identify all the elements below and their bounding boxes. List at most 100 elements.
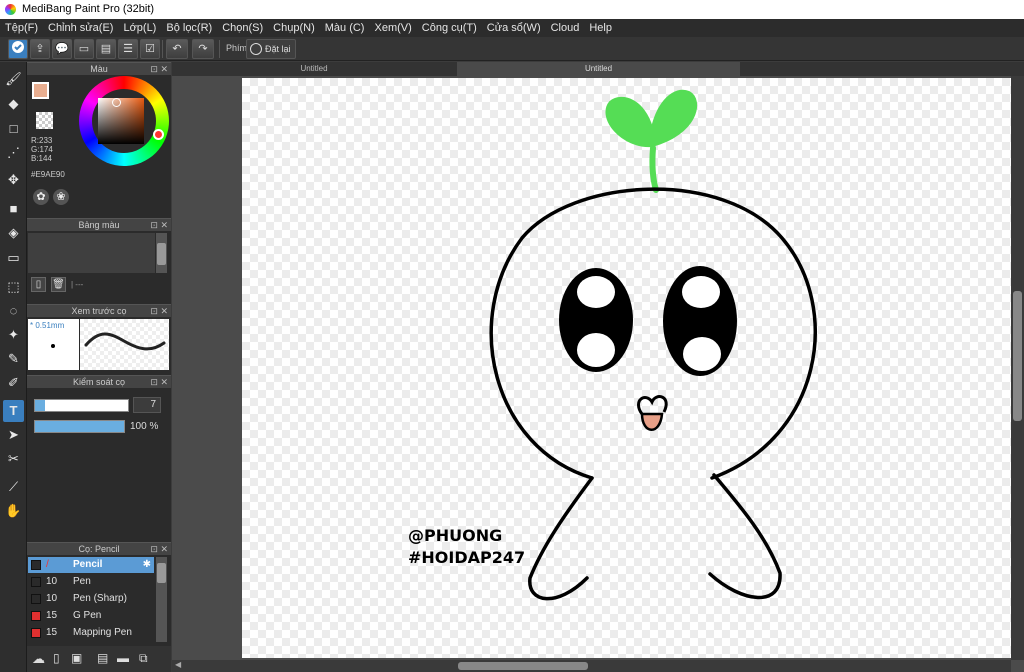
select-pen-tool[interactable]: ✎ bbox=[3, 348, 24, 370]
drawing-canvas[interactable]: @PHUONG #HOIDAP247 bbox=[242, 78, 1011, 658]
eraser-tool[interactable]: ◆ bbox=[3, 93, 24, 115]
panel-pin-icon[interactable]: ⊡ ✕ bbox=[150, 376, 168, 389]
checklist-icon: ☰ bbox=[123, 43, 133, 55]
palette-swatch-area[interactable] bbox=[28, 233, 155, 273]
undo-button[interactable]: ↶ bbox=[166, 39, 188, 59]
sv-cursor[interactable] bbox=[112, 98, 121, 107]
bucket-tool[interactable]: ◈ bbox=[3, 222, 24, 244]
move-tool[interactable]: ✥ bbox=[3, 169, 24, 191]
menu-help[interactable]: Help bbox=[584, 19, 617, 37]
menu-select[interactable]: Chọn(S) bbox=[217, 19, 268, 37]
palette-scrollbar[interactable] bbox=[156, 233, 167, 273]
operation-tool[interactable]: ➤ bbox=[3, 424, 24, 446]
select-eraser-tool[interactable]: ✐ bbox=[3, 372, 24, 394]
transparent-color-swatch[interactable] bbox=[36, 112, 53, 129]
rectangle-tool[interactable]: □ bbox=[3, 118, 24, 140]
reset-button[interactable]: Đặt lại bbox=[246, 39, 296, 59]
brush-list: / Pencil ✱ 10 Pen 10 Pen (Sharp) 15 G Pe… bbox=[27, 557, 171, 642]
brush-tool[interactable]: 🖌 bbox=[3, 68, 24, 90]
brush-item-g-pen[interactable]: 15 G Pen bbox=[28, 608, 154, 624]
palette-panel-title: Bảng màu bbox=[78, 220, 120, 230]
tool-column: 🖌 ◆ □ ⋰ ✥ ■ ◈ ▭ ⬚ ◌ ✦ ✎ ✐ T ➤ ✂ ⟋ ✋ bbox=[0, 62, 27, 672]
red-value: R:233 bbox=[31, 136, 53, 145]
hue-cursor[interactable] bbox=[153, 129, 164, 140]
menu-layer[interactable]: Lớp(L) bbox=[118, 19, 161, 37]
eyedropper-tool[interactable]: ⟋ bbox=[3, 476, 24, 498]
dot-tool[interactable]: ⋰ bbox=[3, 142, 24, 164]
menu-filter[interactable]: Bộ lọc(R) bbox=[161, 19, 217, 37]
prohibit-icon bbox=[250, 43, 262, 55]
upload-button[interactable]: ⇪ bbox=[30, 39, 50, 59]
hand-tool[interactable]: ✋ bbox=[3, 500, 24, 522]
panel-pin-icon[interactable]: ⊡ ✕ bbox=[150, 219, 168, 232]
tongue bbox=[640, 412, 664, 431]
foreground-color-swatch[interactable] bbox=[32, 82, 49, 99]
brush-item-pencil[interactable]: / Pencil ✱ bbox=[28, 557, 154, 573]
menu-file[interactable]: Tệp(F) bbox=[0, 19, 43, 37]
panel-pin-icon[interactable]: ⊡ ✕ bbox=[150, 543, 168, 556]
move-icon: ✥ bbox=[8, 172, 19, 187]
menu-color[interactable]: Màu (C) bbox=[320, 19, 370, 37]
tab-untitled-1[interactable]: Untitled bbox=[172, 62, 456, 76]
delete-palette-button[interactable]: 🗑 bbox=[51, 277, 66, 292]
duplicate-icon[interactable]: ⧉ bbox=[139, 651, 148, 666]
brush-icon: 🖌 bbox=[5, 71, 22, 86]
opacity-slider[interactable] bbox=[34, 420, 125, 433]
panel-pin-icon[interactable]: ⊡ ✕ bbox=[150, 305, 168, 318]
folder-icon[interactable]: ▬ bbox=[117, 651, 129, 665]
scroll-left-icon[interactable]: ◀ bbox=[175, 660, 181, 669]
brush-size-slider[interactable] bbox=[34, 399, 129, 412]
vertical-scrollbar[interactable] bbox=[1011, 76, 1024, 660]
opacity-value: 100 % bbox=[130, 421, 159, 432]
palette-alt-button[interactable]: ❀ bbox=[53, 189, 69, 205]
tasks-button[interactable]: ☑ bbox=[140, 39, 160, 59]
tab-untitled-2[interactable]: Untitled bbox=[457, 62, 740, 76]
checklist-button[interactable]: ☰ bbox=[118, 39, 138, 59]
brush-size-input[interactable]: 7 bbox=[133, 397, 161, 413]
brush-item-pen[interactable]: 10 Pen bbox=[28, 574, 154, 590]
chat-icon: ▭ bbox=[78, 43, 90, 55]
brush-item-mapping-pen[interactable]: 15 Mapping Pen bbox=[28, 625, 154, 641]
chat-button[interactable]: ▭ bbox=[74, 39, 94, 59]
select-rect-tool[interactable]: ⬚ bbox=[3, 276, 24, 298]
add-brush-icon[interactable]: ▣ bbox=[71, 651, 82, 665]
brush-list-scrollbar[interactable] bbox=[156, 557, 167, 642]
menu-tools[interactable]: Công cụ(T) bbox=[417, 19, 482, 37]
brush-settings-icon[interactable]: ▤ bbox=[97, 651, 108, 665]
horizontal-scrollbar[interactable]: ◀ bbox=[172, 660, 1011, 672]
menu-edit[interactable]: Chỉnh sửa(E) bbox=[43, 19, 118, 37]
hue-ring[interactable] bbox=[79, 76, 169, 166]
cloud-sync-button[interactable] bbox=[8, 39, 28, 59]
panel-pin-icon[interactable]: ⊡ ✕ bbox=[150, 63, 168, 76]
cloud-brush-icon[interactable]: ☁ bbox=[32, 651, 45, 667]
menu-capture[interactable]: Chụp(N) bbox=[268, 19, 320, 37]
rectangle-icon: □ bbox=[9, 121, 18, 136]
new-brush-icon[interactable]: ▯ bbox=[53, 651, 60, 665]
horizontal-scroll-thumb[interactable] bbox=[458, 662, 588, 670]
magic-wand-tool[interactable]: ✦ bbox=[3, 324, 24, 346]
menu-view[interactable]: Xem(V) bbox=[369, 19, 416, 37]
gradient-tool[interactable]: ▭ bbox=[3, 247, 24, 269]
lasso-icon: ◌ bbox=[9, 303, 18, 318]
menu-window[interactable]: Cửa sổ(W) bbox=[482, 19, 546, 37]
brush-item-pen-sharp[interactable]: 10 Pen (Sharp) bbox=[28, 591, 154, 607]
redo-button[interactable]: ↷ bbox=[192, 39, 214, 59]
fill-rect-tool[interactable]: ■ bbox=[3, 198, 24, 220]
menu-cloud[interactable]: Cloud bbox=[546, 19, 585, 37]
gear-icon[interactable]: ✱ bbox=[143, 557, 151, 573]
upload-icon: ⇪ bbox=[35, 43, 45, 55]
sprout-stem bbox=[649, 145, 659, 193]
document-button[interactable]: ▤ bbox=[96, 39, 116, 59]
eraser-icon: ◆ bbox=[8, 96, 19, 111]
comment-button[interactable]: 💬 bbox=[52, 39, 72, 59]
text-tool[interactable]: T bbox=[3, 400, 24, 422]
palette-wheel-button[interactable]: ✿ bbox=[33, 189, 49, 205]
right-leg bbox=[708, 473, 782, 600]
right-eye-highlight-bottom bbox=[683, 337, 721, 371]
lasso-tool[interactable]: ◌ bbox=[3, 300, 24, 322]
app-logo-icon bbox=[5, 4, 16, 15]
divide-tool[interactable]: ✂ bbox=[3, 448, 24, 470]
brush-color-swatch bbox=[31, 628, 41, 638]
new-palette-button[interactable]: ▯ bbox=[31, 277, 46, 292]
saturation-square[interactable] bbox=[98, 98, 144, 144]
